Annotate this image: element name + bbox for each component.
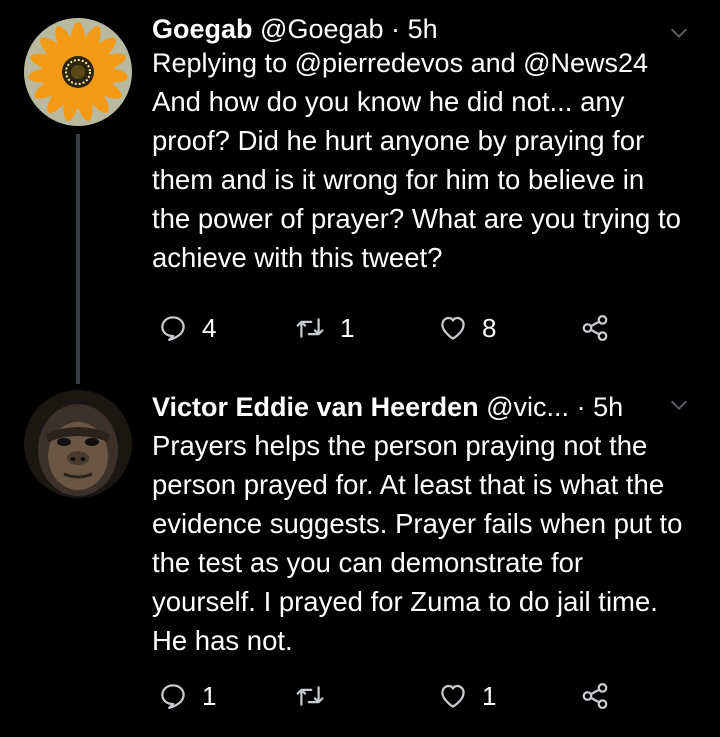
reply-count: 1: [202, 680, 217, 711]
retweet-button[interactable]: 1: [294, 308, 354, 348]
retweet-button[interactable]: [294, 676, 340, 716]
timestamp[interactable]: 5h: [593, 392, 623, 422]
thread-line: [76, 134, 80, 384]
reply-icon: [161, 316, 185, 341]
tweet-text: And how do you know he did not... any pr…: [152, 86, 681, 273]
separator: ·: [576, 392, 586, 422]
heart-icon: [441, 316, 465, 340]
timestamp[interactable]: 5h: [408, 14, 438, 44]
separator: ·: [391, 14, 401, 44]
display-name[interactable]: Goegab: [152, 14, 253, 44]
tweet-content: Goegab @Goegab · 5h Replying to @pierred…: [152, 12, 690, 277]
tweet-header: Victor Eddie van Heerden @vic... · 5h: [152, 390, 690, 424]
ape-face-icon: [24, 390, 132, 498]
tweet[interactable]: Victor Eddie van Heerden @vic... · 5h Pr…: [0, 380, 720, 737]
user-handle[interactable]: @Goegab: [260, 14, 384, 44]
tweet[interactable]: Goegab @Goegab · 5h Replying to @pierred…: [0, 0, 720, 384]
tweet-actions: 1 1: [152, 676, 690, 716]
tweet-content: Victor Eddie van Heerden @vic... · 5h Pr…: [152, 390, 690, 660]
reply-button[interactable]: 4: [158, 308, 216, 348]
avatar[interactable]: [24, 390, 132, 498]
like-button[interactable]: 8: [438, 308, 496, 348]
retweet-icon: [296, 686, 324, 706]
sunflower-icon: [24, 18, 132, 126]
like-count: 8: [482, 312, 497, 343]
display-name[interactable]: Victor Eddie van Heerden: [152, 392, 479, 422]
reply-button[interactable]: 1: [158, 676, 216, 716]
share-icon: [582, 315, 608, 341]
user-handle[interactable]: @vic...: [486, 392, 569, 422]
retweet-count: 1: [340, 312, 355, 343]
like-button[interactable]: 1: [438, 676, 496, 716]
tweet-header: Goegab @Goegab · 5h: [152, 12, 690, 46]
replying-to[interactable]: Replying to @pierredevos and @News24: [152, 46, 690, 80]
tweet-actions: 4 1 8: [152, 308, 690, 348]
share-icon: [582, 683, 608, 709]
retweet-icon: [296, 318, 324, 338]
share-button[interactable]: [580, 676, 610, 716]
like-count: 1: [482, 680, 497, 711]
heart-icon: [441, 684, 465, 708]
share-button[interactable]: [580, 308, 610, 348]
reply-icon: [161, 684, 185, 709]
reply-count: 4: [202, 312, 217, 343]
tweet-text: Prayers helps the person praying not the…: [152, 430, 683, 656]
avatar[interactable]: [24, 18, 132, 126]
